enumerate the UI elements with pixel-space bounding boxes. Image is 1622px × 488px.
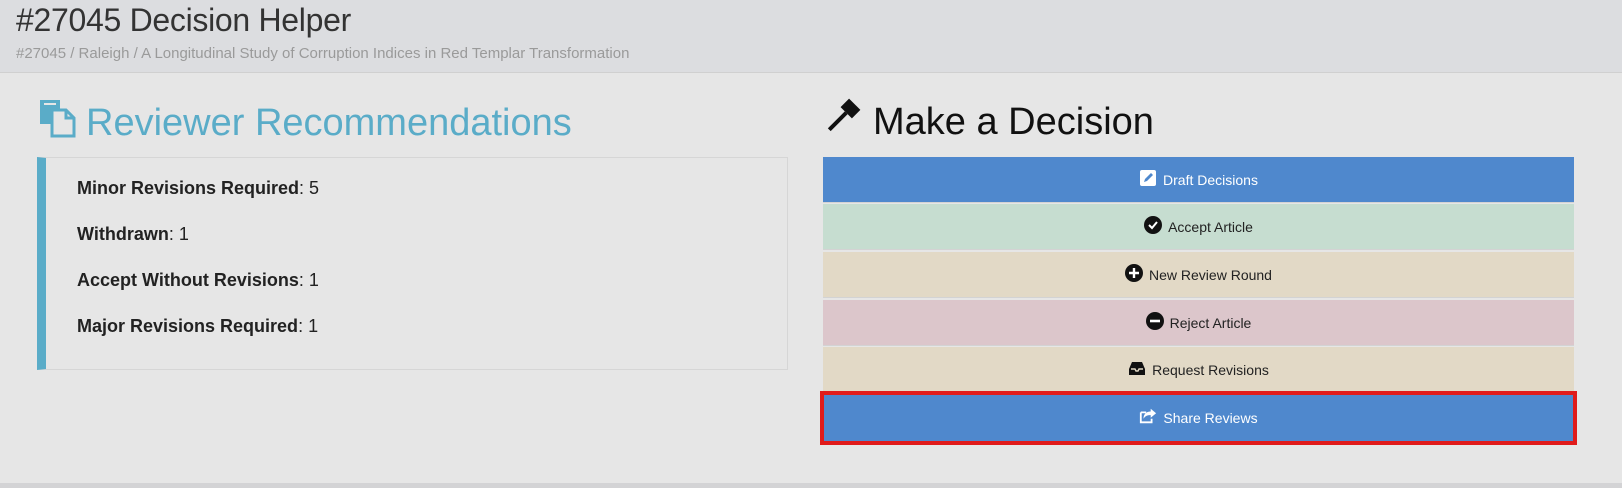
recommendation-item: Major Revisions Required: 1 bbox=[77, 316, 319, 336]
reviewer-recommendations-title: Reviewer Recommendations bbox=[86, 101, 572, 144]
share-reviews-button[interactable]: Share Reviews bbox=[820, 391, 1577, 445]
check-circle-icon bbox=[1144, 216, 1163, 237]
accept-article-label: Accept Article bbox=[1168, 218, 1253, 235]
page-header: #27045 Decision Helper #27045 / Raleigh … bbox=[0, 0, 1622, 72]
new-review-round-button[interactable]: New Review Round bbox=[823, 252, 1574, 298]
make-decision-title: Make a Decision bbox=[873, 100, 1154, 143]
share-reviews-label: Share Reviews bbox=[1163, 409, 1258, 426]
inbox-icon bbox=[1128, 359, 1146, 380]
draft-decisions-button[interactable]: Draft Decisions bbox=[823, 157, 1574, 203]
reject-article-button[interactable]: Reject Article bbox=[823, 300, 1574, 346]
request-revisions-button[interactable]: Request Revisions bbox=[823, 347, 1574, 393]
minus-circle-icon bbox=[1145, 312, 1164, 333]
recommendations-box: Minor Revisions Required: 5 Withdrawn: 1… bbox=[37, 157, 788, 370]
recommendation-item: Minor Revisions Required: 5 bbox=[77, 178, 320, 198]
page-title: #27045 Decision Helper bbox=[16, 2, 351, 38]
reviewer-recommendations-heading: Reviewer Recommendations bbox=[38, 98, 572, 148]
reject-article-label: Reject Article bbox=[1169, 314, 1252, 331]
edit-icon bbox=[1139, 169, 1157, 190]
new-review-round-label: New Review Round bbox=[1149, 266, 1272, 283]
request-revisions-label: Request Revisions bbox=[1152, 361, 1269, 378]
make-decision-heading: Make a Decision bbox=[823, 98, 1154, 146]
accept-article-button[interactable]: Accept Article bbox=[823, 204, 1574, 250]
recommendation-item: Accept Without Revisions: 1 bbox=[77, 270, 319, 290]
share-icon bbox=[1139, 407, 1157, 428]
draft-decisions-label: Draft Decisions bbox=[1163, 171, 1258, 188]
recommendation-item: Withdrawn: 1 bbox=[77, 224, 189, 244]
plus-circle-icon bbox=[1125, 264, 1144, 285]
breadcrumb: #27045 / Raleigh / A Longitudinal Study … bbox=[16, 45, 630, 62]
copy-icon bbox=[38, 98, 76, 148]
bottom-divider bbox=[0, 483, 1622, 488]
gavel-icon bbox=[823, 98, 861, 146]
